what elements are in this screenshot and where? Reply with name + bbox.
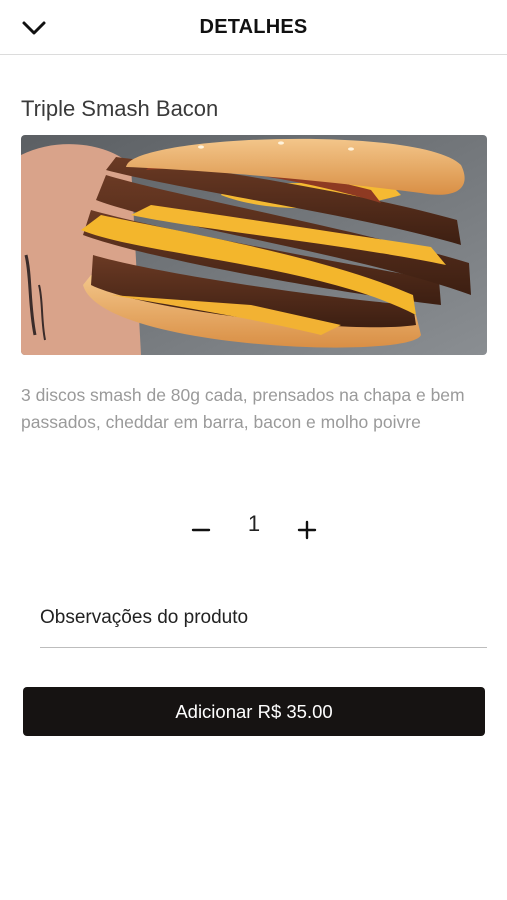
product-notes-field	[40, 596, 487, 648]
quantity-value: 1	[247, 511, 261, 536]
quantity-stepper: 1	[0, 505, 507, 555]
product-image	[21, 135, 487, 355]
product-notes-input[interactable]	[40, 596, 487, 640]
plus-icon	[297, 520, 317, 540]
top-bar: DETALHES	[0, 0, 507, 55]
increase-quantity-button[interactable]	[292, 515, 322, 545]
decrease-quantity-button[interactable]	[186, 515, 216, 545]
page-title: DETALHES	[199, 16, 308, 38]
product-name: Triple Smash Bacon	[21, 96, 219, 121]
minus-icon	[191, 528, 211, 532]
product-description: 3 discos smash de 80g cada, prensados na…	[21, 385, 465, 432]
add-to-cart-button[interactable]: Adicionar R$ 35.00	[23, 687, 485, 736]
